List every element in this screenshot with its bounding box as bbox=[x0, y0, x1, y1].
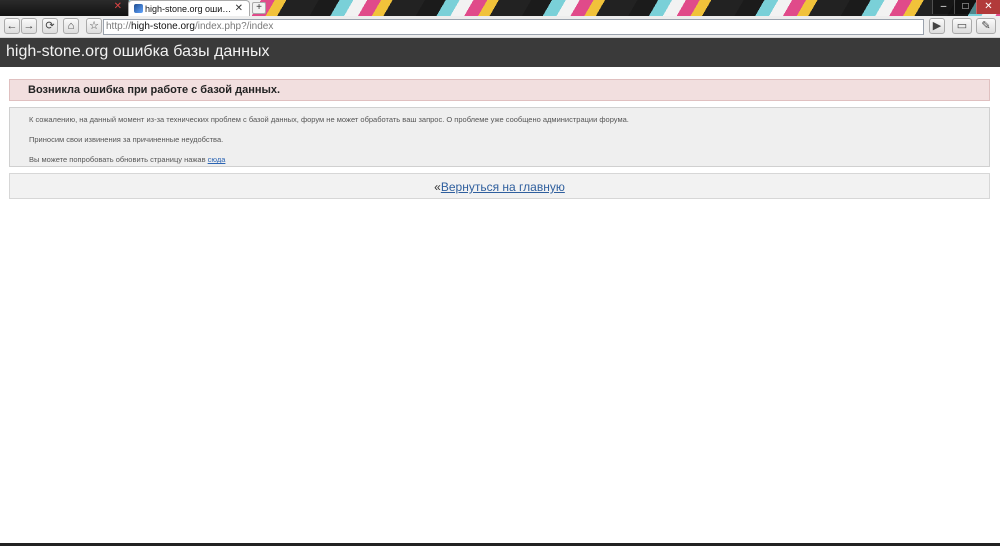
minimize-button[interactable]: – bbox=[932, 0, 954, 14]
url-prefix: http:// bbox=[106, 21, 132, 32]
refresh-hint-text: Вы можете попробовать обновить страницу … bbox=[29, 155, 208, 164]
page-title: high-stone.org ошибка базы данных bbox=[6, 43, 270, 60]
wrench-icon[interactable]: ✎ bbox=[976, 18, 996, 34]
close-tab-icon[interactable]: ✕ bbox=[114, 1, 122, 12]
play-icon[interactable]: ▶ bbox=[929, 18, 945, 34]
apology-line: Приносим свои извинения за причиненные н… bbox=[29, 135, 224, 144]
back-navigation: «Вернуться на главную bbox=[9, 173, 990, 199]
error-banner: Возникла ошибка при работе с базой данны… bbox=[9, 79, 990, 101]
star-icon[interactable]: ☆ bbox=[86, 18, 102, 34]
back-wrap: «Вернуться на главную bbox=[10, 180, 989, 194]
error-title: Возникла ошибка при работе с базой данны… bbox=[28, 84, 281, 96]
refresh-link[interactable]: сюда bbox=[208, 155, 226, 164]
error-message-line: К сожалению, на данный момент из-за техн… bbox=[29, 115, 629, 124]
site-favicon-icon bbox=[134, 4, 143, 13]
back-to-home-link[interactable]: Вернуться на главную bbox=[441, 180, 565, 194]
new-tab-button[interactable]: + bbox=[252, 2, 266, 14]
active-tab[interactable]: high-stone.org ошибка ... ✕ bbox=[128, 0, 250, 16]
reload-icon[interactable]: ⟳ bbox=[42, 18, 58, 34]
forward-arrow-icon[interactable]: → bbox=[21, 18, 37, 34]
back-quote: « bbox=[434, 180, 441, 194]
close-tab-icon[interactable]: ✕ bbox=[235, 3, 243, 14]
page-icon[interactable]: ▭ bbox=[952, 18, 972, 34]
maximize-button[interactable]: □ bbox=[954, 0, 976, 14]
window-controls: – □ ✕ bbox=[932, 0, 1000, 14]
tab-title: high-stone.org ошибка ... bbox=[145, 4, 235, 14]
inactive-tab[interactable]: ✕ bbox=[0, 0, 129, 16]
address-bar[interactable]: http://high-stone.org/index.php?/index bbox=[103, 19, 924, 35]
refresh-hint: Вы можете попробовать обновить страницу … bbox=[29, 155, 225, 164]
error-details: К сожалению, на данный момент из-за техн… bbox=[9, 107, 990, 167]
url-domain: high-stone.org bbox=[131, 21, 195, 32]
close-window-button[interactable]: ✕ bbox=[976, 0, 1000, 14]
site-header: high-stone.org ошибка базы данных bbox=[0, 38, 1000, 67]
url-path: /index.php?/index bbox=[194, 21, 274, 32]
back-arrow-icon[interactable]: ← bbox=[4, 18, 20, 34]
browser-tabstrip: ✕ high-stone.org ошибка ... ✕ + – □ ✕ bbox=[0, 0, 1000, 16]
home-icon[interactable]: ⌂ bbox=[63, 18, 79, 34]
browser-toolbar: ← → ⟳ ⌂ ☆ http://high-stone.org/index.ph… bbox=[0, 16, 1000, 38]
